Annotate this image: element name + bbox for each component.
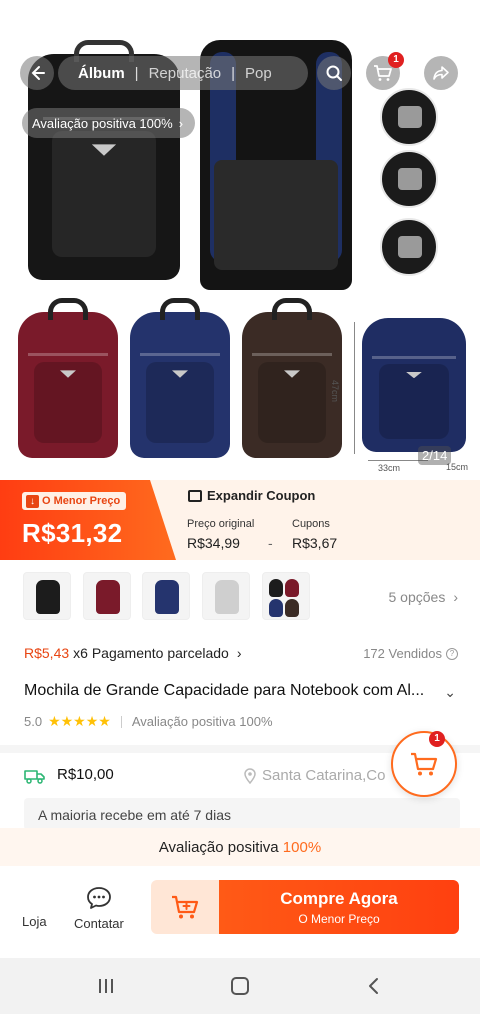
variant-thumb-grey[interactable] xyxy=(202,572,250,620)
chevron-right-icon: › xyxy=(178,115,184,131)
back-button[interactable] xyxy=(20,56,54,90)
delivery-estimate: A maioria recebe em até 7 dias xyxy=(24,798,460,830)
share-icon xyxy=(433,66,449,80)
cart-badge: 1 xyxy=(388,52,404,68)
dimension-height: 47cm xyxy=(330,380,340,403)
coupon-icon xyxy=(188,489,202,502)
tab-reputacao[interactable]: Reputação xyxy=(149,65,222,82)
dimension-width: 33cm xyxy=(378,463,401,473)
tab-pop[interactable]: Pop xyxy=(245,65,272,82)
rating-row: 5.0 ★★★★★ Avaliação positiva 100% xyxy=(24,713,273,730)
buy-now-sub: O Menor Preço xyxy=(298,912,380,926)
cart-icon xyxy=(374,65,392,81)
detail-logo-icon xyxy=(380,88,438,146)
installment-row[interactable]: R$5,43 x6 Pagamento parcelado › xyxy=(24,645,242,661)
original-price-value: R$34,99 xyxy=(187,535,240,551)
back-nav-icon[interactable] xyxy=(366,976,382,996)
divider xyxy=(120,715,122,728)
contact-button[interactable]: Contatar xyxy=(74,886,124,931)
chevron-right-icon: › xyxy=(453,589,458,605)
original-price-label: Preço original xyxy=(187,518,255,530)
variant-options-label: 5 opções xyxy=(388,589,446,605)
cart-icon xyxy=(411,752,438,776)
floating-cart-badge: 1 xyxy=(429,731,445,747)
add-to-cart-button[interactable] xyxy=(151,880,219,934)
eval-text: Avaliação positiva xyxy=(158,839,279,856)
current-price: R$31,32 xyxy=(22,518,123,548)
rating-pill-text: Avaliação positiva 100% xyxy=(32,115,173,131)
tab-separator: | xyxy=(231,64,236,82)
search-icon xyxy=(326,65,342,81)
gallery-backpack-brown xyxy=(242,298,342,458)
star-rating-icon: ★★★★★ xyxy=(48,713,111,729)
variant-thumb-navy[interactable] xyxy=(142,572,190,620)
expand-coupon-label: Expandir Coupon xyxy=(207,488,316,503)
rating-score: 5.0 xyxy=(24,714,43,729)
expand-title-icon[interactable]: ⌄ xyxy=(444,684,456,701)
shipping-location: Santa Catarina,Co xyxy=(244,767,385,784)
gallery-backpack-burgundy xyxy=(18,298,118,458)
lowest-price-label: O Menor Preço xyxy=(42,495,121,507)
gallery-tabs: Álbum | Reputação | Pop xyxy=(58,56,308,90)
gallery-backpack-navy-side xyxy=(362,318,466,452)
detail-zipper-icon xyxy=(380,150,438,208)
variant-thumb-burgundy[interactable] xyxy=(83,572,131,620)
minus-sign: - xyxy=(268,535,273,551)
positive-rating: Avaliação positiva 100% xyxy=(131,714,273,729)
chat-bubble-icon xyxy=(87,887,111,909)
variant-selector: 5 opções › xyxy=(0,566,480,626)
product-gallery[interactable]: 47cm 33cm 15cm 2/14 Álbum | Reputação | … xyxy=(0,0,480,480)
chevron-right-icon: › xyxy=(236,645,242,661)
eval-percent: 100% xyxy=(282,839,322,856)
store-button[interactable]: Loja xyxy=(22,914,47,929)
buy-now-button[interactable]: Compre Agora O Menor Preço xyxy=(219,880,459,934)
tab-album[interactable]: Álbum xyxy=(78,65,125,82)
tab-separator: | xyxy=(134,64,139,82)
shipping-location-text: Santa Catarina,Co xyxy=(262,767,386,784)
product-title: Mochila de Grande Capacidade para Notebo… xyxy=(24,682,425,699)
sold-count-text: 172 Vendidos xyxy=(363,646,442,661)
store-label: Loja xyxy=(22,914,47,929)
installment-amount: R$5,43 xyxy=(24,645,70,661)
floating-cart-button[interactable]: 1 xyxy=(391,731,457,797)
sold-count: 172 Vendidos ? xyxy=(363,646,458,661)
buy-now-label: Compre Agora xyxy=(280,889,398,908)
rating-pill[interactable]: Avaliação positiva 100% › xyxy=(22,108,196,138)
variant-options-link[interactable]: 5 opções › xyxy=(389,589,459,605)
search-button[interactable] xyxy=(317,56,351,90)
dimension-height-line xyxy=(354,322,355,454)
variant-thumb-multi[interactable] xyxy=(262,572,310,620)
cart-button[interactable]: 1 xyxy=(366,52,404,90)
action-bar: Loja Contatar Compre Agora O Menor Preço xyxy=(0,866,480,958)
coupons-value: R$3,67 xyxy=(292,535,338,551)
truck-icon xyxy=(24,770,45,784)
system-nav-bar xyxy=(0,958,480,1014)
info-icon[interactable]: ? xyxy=(446,647,458,660)
variant-thumb-black[interactable] xyxy=(23,572,71,620)
detail-lock-icon xyxy=(380,218,438,276)
shipping-cost: R$10,00 xyxy=(57,766,114,783)
down-arrow-icon: ↓ xyxy=(26,494,39,508)
expand-coupon-button[interactable]: Expandir Coupon xyxy=(188,488,315,503)
back-arrow-icon xyxy=(31,66,45,80)
gallery-counter: 2/14 xyxy=(418,446,452,465)
recent-apps-icon[interactable] xyxy=(96,976,116,996)
gallery-backpack-navy xyxy=(130,298,230,458)
contact-label: Contatar xyxy=(74,916,124,931)
share-button[interactable] xyxy=(424,56,458,90)
home-icon[interactable] xyxy=(229,976,251,996)
coupons-label: Cupons xyxy=(292,518,330,530)
add-cart-icon xyxy=(172,895,199,919)
lowest-price-tag: ↓ O Menor Preço xyxy=(22,492,127,510)
positive-rating-strip: Avaliação positiva 100% xyxy=(0,828,480,866)
installment-text: x6 Pagamento parcelado xyxy=(73,645,229,661)
location-pin-icon xyxy=(244,767,256,784)
price-banner: ↓ O Menor Preço R$31,32 Expandir Coupon … xyxy=(0,480,480,560)
